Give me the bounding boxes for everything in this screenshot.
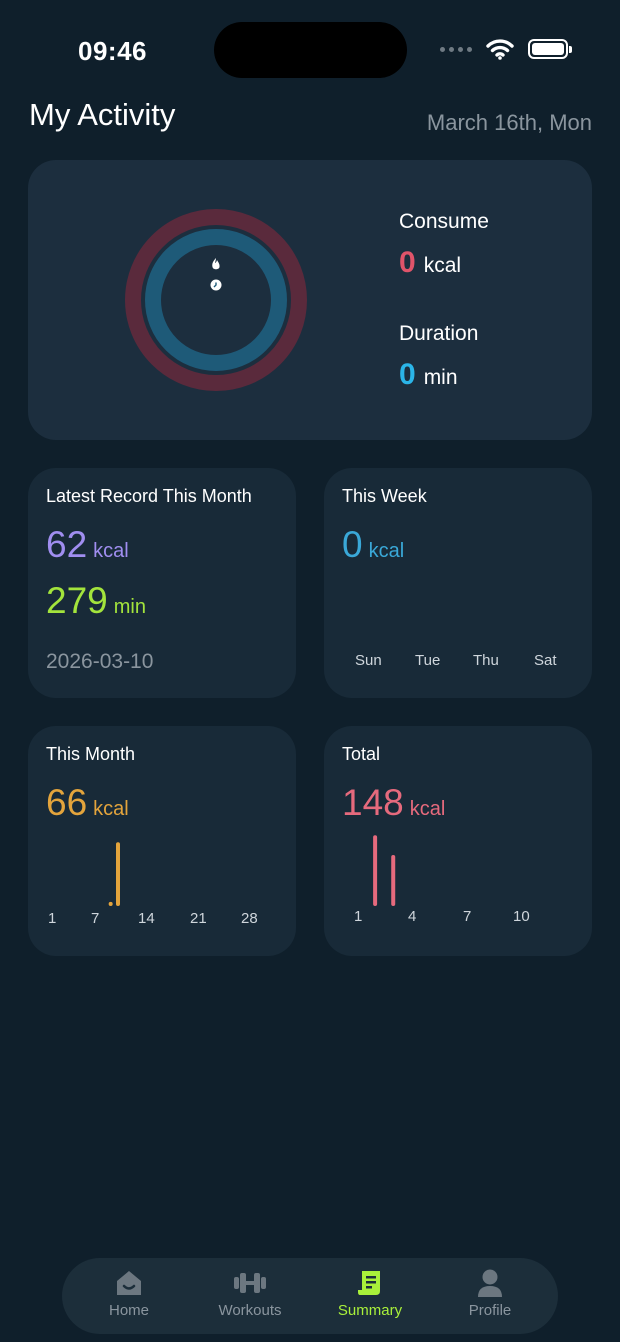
month-tick-label: 28 — [241, 910, 258, 927]
activity-rings — [124, 208, 308, 392]
latest-record-title: Latest Record This Month — [46, 486, 252, 506]
latest-min-value: 279 — [46, 580, 108, 621]
tab-home-label: Home — [108, 1302, 149, 1319]
this-week-title: This Week — [342, 486, 427, 506]
clock-icon — [210, 279, 222, 291]
this-month-card[interactable]: This Month 66 kcal 1 7 14 21 28 — [28, 726, 296, 956]
wifi-icon — [486, 39, 514, 60]
total-card[interactable]: Total 148 kcal 1 4 7 10 — [324, 726, 592, 956]
total-title: Total — [342, 744, 381, 764]
consume-metric: 0 kcal — [399, 246, 461, 280]
tab-summary[interactable]: Summary — [315, 1268, 425, 1319]
latest-kcal: 62 kcal — [46, 524, 129, 566]
month-bar — [108, 901, 113, 906]
latest-min-unit: min — [113, 596, 146, 618]
page-title: My Activity — [29, 97, 176, 132]
month-tick-label: 1 — [48, 910, 57, 927]
this-week-unit: kcal — [368, 540, 405, 562]
tab-profile[interactable]: Profile — [435, 1268, 545, 1319]
latest-record-date: 2026-03-10 — [46, 650, 154, 673]
duration-ring — [145, 229, 287, 371]
week-axis: Sun Tue Thu Sat — [324, 652, 592, 672]
duration-value: 0 — [399, 358, 416, 391]
dumbbell-icon — [234, 1273, 266, 1293]
this-month-title: This Month — [46, 744, 136, 764]
week-day-label: Sun — [355, 652, 382, 669]
duration-unit: min — [423, 366, 458, 389]
total-bar — [391, 855, 396, 906]
total-tick-label: 10 — [513, 908, 530, 925]
consume-unit: kcal — [423, 254, 462, 277]
this-month-unit: kcal — [93, 798, 129, 820]
total-bar — [373, 835, 378, 906]
tab-home[interactable]: Home — [74, 1268, 184, 1319]
consume-label: Consume — [399, 210, 489, 233]
bottom-tab-bar: Home Workouts Summary Profile — [62, 1258, 558, 1334]
total-tick-label: 7 — [463, 908, 472, 925]
current-date: March 16th, Mon — [426, 110, 592, 135]
total-unit: kcal — [409, 798, 446, 820]
this-week-value: 0 — [342, 524, 363, 565]
flame-icon — [212, 258, 220, 270]
total-tick-label: 1 — [354, 908, 363, 925]
latest-kcal-unit: kcal — [93, 540, 129, 562]
tab-summary-label: Summary — [337, 1302, 403, 1319]
latest-min: 279 min — [46, 580, 146, 622]
duration-metric: 0 min — [399, 358, 458, 392]
status-icons — [440, 38, 572, 60]
total-value: 148 — [342, 782, 404, 823]
month-tick-label: 21 — [190, 910, 207, 927]
cellular-icon — [440, 46, 472, 52]
activity-summary-card[interactable]: Consume 0 kcal Duration 0 min — [28, 160, 592, 440]
status-time: 09:46 — [78, 36, 147, 66]
total-tick-label: 4 — [408, 908, 417, 925]
this-month-value: 66 — [46, 782, 88, 823]
month-bar — [116, 842, 120, 906]
total-axis: 1 4 7 10 — [324, 908, 592, 928]
total-bar-chart — [373, 835, 396, 906]
consume-value: 0 — [399, 246, 416, 279]
battery-icon — [528, 39, 572, 59]
duration-label: Duration — [399, 322, 479, 345]
month-bar-chart — [108, 842, 120, 906]
month-tick-label: 14 — [138, 910, 155, 927]
this-week-kcal: 0 kcal — [342, 524, 404, 566]
home-icon — [117, 1271, 141, 1295]
tab-workouts-label: Workouts — [218, 1302, 282, 1319]
week-day-label: Tue — [415, 652, 441, 669]
week-day-label: Thu — [473, 652, 499, 669]
total-kcal: 148 kcal — [342, 782, 445, 824]
profile-icon — [478, 1269, 502, 1297]
month-tick-label: 7 — [91, 910, 100, 927]
this-month-kcal: 66 kcal — [46, 782, 129, 824]
latest-kcal-value: 62 — [46, 524, 88, 565]
tab-workouts[interactable]: Workouts — [195, 1268, 305, 1319]
month-axis: 1 7 14 21 28 — [28, 910, 296, 930]
summary-scroll-icon — [358, 1271, 380, 1295]
week-day-label: Sat — [534, 652, 557, 669]
latest-record-card[interactable]: Latest Record This Month 62 kcal 279 min… — [28, 468, 296, 698]
dynamic-island — [214, 22, 407, 78]
this-week-card[interactable]: This Week 0 kcal Sun Tue Thu Sat — [324, 468, 592, 698]
tab-profile-label: Profile — [468, 1302, 512, 1319]
